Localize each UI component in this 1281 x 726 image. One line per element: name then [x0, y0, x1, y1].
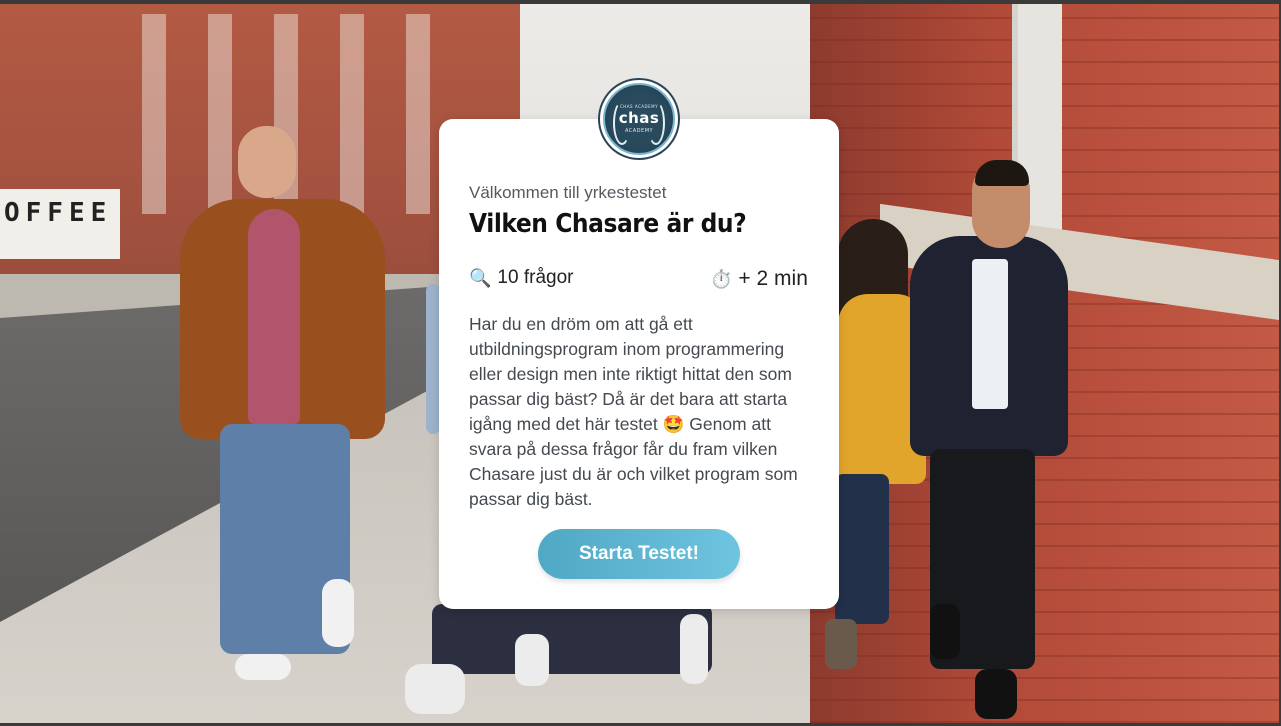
chas-academy-logo-icon: CHAS ACADEMY chas ACADEMY — [598, 78, 680, 160]
page-frame: OFFEE CHAS ACADEMY chas ACADEMY Välkomme… — [0, 0, 1281, 726]
person-4-shoe — [930, 604, 960, 659]
person-2-arm — [426, 284, 440, 434]
magnifier-icon: 🔍 — [469, 267, 492, 288]
laurel-left-icon — [613, 101, 631, 145]
person-1-shoe — [322, 579, 354, 647]
logo-badge: CHAS ACADEMY chas ACADEMY — [603, 83, 675, 155]
duration: ⏱️ + 2 min — [710, 267, 808, 291]
intro-description: Har du en dröm om att gå ett utbildnings… — [469, 314, 798, 509]
person-2-shoe — [405, 664, 465, 714]
person-1-shirt — [248, 209, 300, 424]
person-2-shoe — [680, 614, 708, 684]
cafe-sign: OFFEE — [4, 198, 113, 228]
person-2-legs — [432, 604, 712, 674]
question-count: 🔍 10 frågor — [469, 267, 573, 289]
person-2-shoe — [515, 634, 549, 686]
welcome-text: Välkommen till yrkestestet — [469, 183, 667, 202]
person-3-legs — [835, 474, 889, 624]
person-4-shirt — [972, 259, 1008, 409]
page-title: Vilken Chasare är du? — [469, 209, 747, 239]
duration-label: + 2 min — [738, 267, 808, 290]
person-4-hair — [975, 160, 1029, 186]
person-1-shoe — [235, 654, 291, 680]
start-test-button[interactable]: Starta Testet! — [538, 529, 740, 579]
laurel-right-icon — [647, 101, 665, 145]
stopwatch-icon: ⏱️ — [710, 268, 733, 289]
person-1-head — [238, 126, 296, 198]
question-count-label: 10 frågor — [497, 267, 574, 288]
person-3-boot — [825, 619, 857, 669]
person-4-shoe — [975, 669, 1017, 719]
